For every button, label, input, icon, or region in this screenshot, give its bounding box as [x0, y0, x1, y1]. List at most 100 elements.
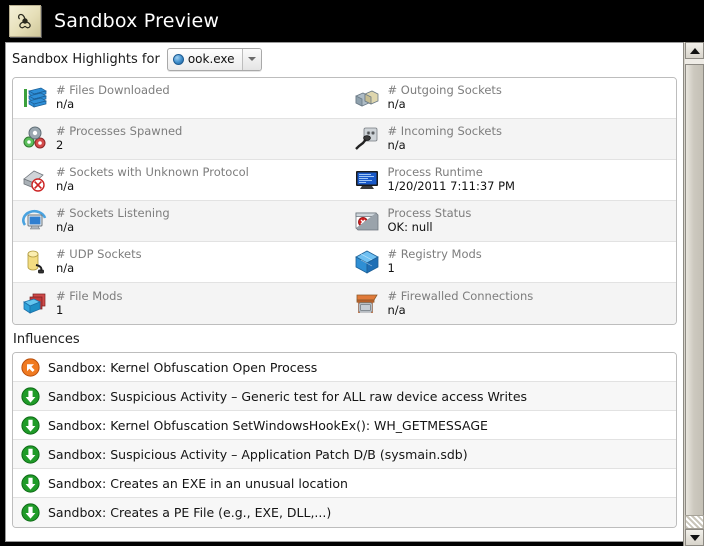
file-mods-icon: [20, 289, 50, 319]
stat-text: # File Mods 1: [56, 290, 122, 317]
stat-label: # File Mods: [56, 289, 123, 303]
stat-text: # UDP Sockets n/a: [56, 248, 142, 275]
unknown-socket-icon: [20, 165, 50, 195]
stat-label: Process Status: [387, 207, 472, 221]
stat-value: n/a: [56, 179, 75, 193]
database-stack-icon: [20, 83, 50, 113]
stat-text: Process Runtime 1/20/2011 7:11:37 PM: [388, 166, 515, 193]
sandbox-preview-window: Sandbox Preview Sandbox Highlights for o…: [0, 0, 704, 546]
combo-selected-text: ook.exe: [187, 52, 235, 66]
green-arrow-down-icon: [21, 473, 40, 493]
highlights-label: Sandbox Highlights for: [12, 51, 160, 67]
stat-cell: # Sockets with Unknown Protocol n/a: [13, 160, 345, 201]
green-arrow-down-icon: [21, 415, 40, 435]
stat-value: n/a: [387, 302, 406, 317]
influence-row[interactable]: Sandbox: Suspicious Activity – Applicati…: [13, 440, 676, 469]
influence-label: Sandbox: Suspicious Activity – Applicati…: [48, 446, 468, 462]
stat-cell: # Outgoing Sockets n/a: [344, 78, 676, 119]
process-selector-combobox[interactable]: ook.exe: [166, 47, 262, 71]
influence-row[interactable]: Sandbox: Suspicious Activity – Generic t…: [13, 382, 676, 411]
stat-text: Process Status OK: null: [388, 207, 472, 234]
orange-arrow-up-icon: [21, 357, 40, 377]
chevron-down-icon[interactable]: [241, 48, 261, 70]
green-arrow-down-icon: [21, 386, 40, 406]
influences-panel: Sandbox: Kernel Obfuscation Open Process…: [12, 352, 677, 528]
stat-cell: # UDP Sockets n/a: [13, 242, 345, 283]
stat-label: # Registry Mods: [387, 248, 482, 262]
highlights-header: Sandbox Highlights for ook.exe: [6, 43, 683, 75]
stat-cell: # Sockets Listening n/a: [13, 201, 345, 242]
vertical-scrollbar[interactable]: [683, 42, 704, 546]
stat-cell: Process Runtime 1/20/2011 7:11:37 PM: [344, 160, 676, 201]
scroll-up-button[interactable]: [685, 42, 704, 59]
scroll-down-button[interactable]: [685, 529, 704, 546]
stat-label: # Processes Spawned: [56, 125, 183, 139]
green-arrow-down-icon: [21, 503, 40, 522]
stat-value: 1: [387, 261, 395, 275]
influence-label: Sandbox: Creates an EXE in an unusual lo…: [48, 475, 348, 491]
influence-row[interactable]: Sandbox: Creates an EXE in an unusual lo…: [13, 469, 676, 498]
stat-label: # Sockets Listening: [56, 207, 170, 221]
stat-text: # Files Downloaded n/a: [56, 84, 170, 111]
stat-value: OK: null: [387, 220, 433, 234]
combo-value-area[interactable]: ook.exe: [168, 49, 242, 70]
stat-value: n/a: [387, 97, 406, 111]
registry-cube-icon: [352, 247, 382, 277]
stat-cell: # Registry Mods 1: [344, 242, 676, 283]
stat-value: n/a: [56, 220, 75, 234]
influence-label: Sandbox: Suspicious Activity – Generic t…: [48, 388, 528, 404]
stat-value: 1/20/2011 7:11:37 PM: [387, 179, 515, 193]
stat-label: # UDP Sockets: [56, 248, 142, 262]
stat-cell: # Processes Spawned 2: [13, 119, 345, 160]
stat-cell: Process Status OK: null: [344, 201, 676, 242]
stat-text: # Sockets with Unknown Protocol n/a: [56, 166, 249, 193]
influences-heading: Influences: [13, 332, 80, 347]
green-arrow-down-icon: [21, 444, 40, 464]
stat-cell: # Firewalled Connections n/a: [344, 283, 676, 324]
stat-value: 1: [56, 302, 64, 317]
stat-text: # Outgoing Sockets n/a: [388, 84, 502, 111]
firewall-icon: [352, 289, 382, 319]
influence-row[interactable]: Sandbox: Kernel Obfuscation SetWindowsHo…: [13, 411, 676, 440]
influence-label: Sandbox: Creates a PE File (e.g., EXE, D…: [48, 505, 332, 520]
stat-value: n/a: [56, 97, 75, 111]
blue-sphere-icon: [172, 53, 184, 65]
stat-label: # Outgoing Sockets: [387, 84, 502, 98]
stat-value: n/a: [387, 138, 406, 152]
stat-value: 2: [56, 138, 64, 152]
stat-text: # Firewalled Connections n/a: [388, 290, 534, 317]
scrollbar-thumb[interactable]: [685, 64, 704, 517]
window-title: Sandbox Preview: [54, 10, 220, 32]
stat-cell: # Incoming Sockets n/a: [344, 119, 676, 160]
stat-cell: # File Mods 1: [13, 283, 345, 324]
stat-cell: # Files Downloaded n/a: [13, 78, 345, 119]
window-alert-icon: [352, 206, 382, 236]
stat-text: # Processes Spawned 2: [56, 125, 182, 152]
triangle-down-icon: [689, 534, 700, 541]
monitor-icon: [352, 165, 382, 195]
stat-text: # Sockets Listening n/a: [56, 207, 170, 234]
stat-text: # Incoming Sockets n/a: [388, 125, 502, 152]
influence-row[interactable]: Sandbox: Creates a PE File (e.g., EXE, D…: [13, 498, 676, 527]
stat-label: # Sockets with Unknown Protocol: [56, 166, 249, 180]
network-sockets-icon: [352, 83, 382, 113]
power-plug-icon: [352, 124, 382, 154]
resize-grip[interactable]: [685, 515, 704, 529]
title-bar: Sandbox Preview: [0, 0, 704, 42]
triangle-up-icon: [689, 47, 700, 54]
content-area: Sandbox Highlights for ook.exe # Files D…: [5, 42, 683, 542]
listening-monitor-icon: [20, 206, 50, 236]
stat-text: # Registry Mods 1: [388, 248, 482, 275]
influence-label: Sandbox: Kernel Obfuscation Open Process: [48, 359, 318, 375]
influences-list: Sandbox: Kernel Obfuscation Open Process…: [13, 353, 676, 527]
stat-label: # Incoming Sockets: [387, 125, 502, 139]
biohazard-icon: [9, 5, 41, 37]
stat-label: Process Runtime: [387, 166, 483, 180]
influence-row[interactable]: Sandbox: Kernel Obfuscation Open Process: [13, 353, 676, 382]
sandbox-highlights-panel: # Files Downloaded n/a # Outgoing Sockets n…: [12, 77, 677, 325]
stats-grid: # Files Downloaded n/a # Outgoing Sockets n…: [13, 78, 676, 324]
udp-cylinder-icon: [20, 247, 50, 277]
stat-label: # Files Downloaded: [56, 84, 170, 98]
gears-icon: [20, 124, 50, 154]
stat-label: # Firewalled Connections: [387, 289, 534, 303]
